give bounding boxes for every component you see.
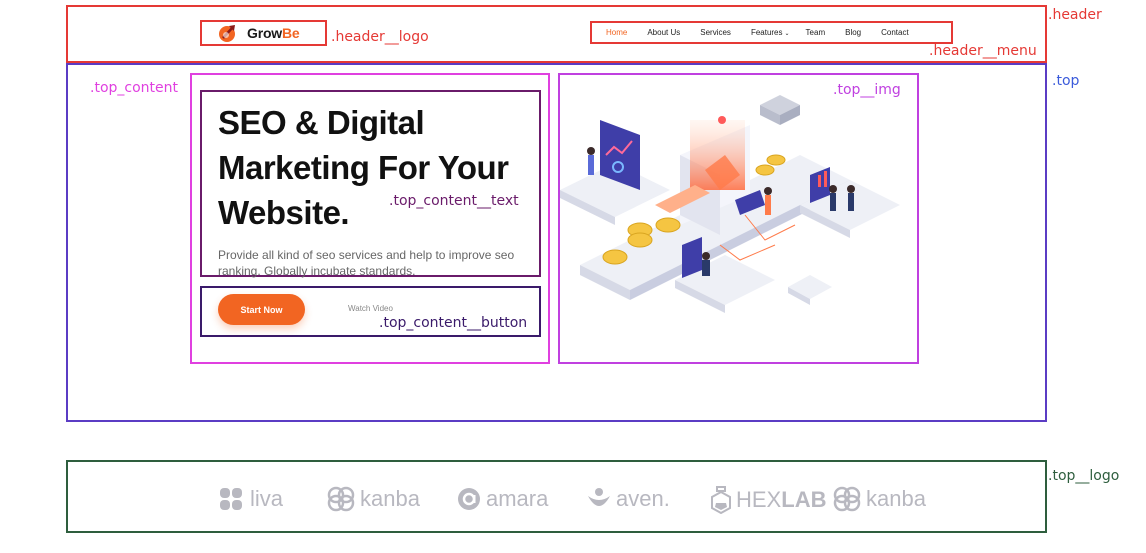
logo-wordmark: GrowBe (247, 25, 300, 41)
aven-leaf-icon (588, 488, 610, 506)
header-logo-annotation: .header__logo (331, 29, 429, 45)
header-logo[interactable]: GrowBe (200, 20, 327, 46)
nav-features-label: Features (750, 28, 783, 37)
top-logo-strip: liva kanba amara aven. HEXLAB kanba (66, 460, 1047, 533)
nav-features[interactable]: Features ⌄ (751, 28, 790, 37)
nav-about-us[interactable]: About Us (647, 28, 680, 37)
chevron-down-icon: ⌄ (784, 31, 790, 37)
brand-kanba-1[interactable]: kanba (326, 486, 420, 512)
hero-headline: SEO & Digital Marketing For Your Website… (218, 104, 509, 231)
top-content-text-annotation: .top_content__text (389, 193, 519, 209)
brand-hexlab-label: HEXLAB (736, 487, 827, 512)
liva-flower-icon (220, 488, 242, 510)
nav-team[interactable]: Team (806, 28, 826, 37)
brand-kanba-label-1: kanba (360, 486, 420, 511)
start-now-button[interactable]: Start Now (218, 294, 305, 325)
hexlab-flask-icon (711, 486, 731, 514)
seo-isometric-illustration (560, 95, 900, 313)
nav-home[interactable]: Home (606, 28, 627, 37)
brand-amara[interactable]: amara (456, 486, 548, 512)
top-logo-annotation: .top__logo (1048, 468, 1120, 484)
kanba-rings-icon (833, 486, 861, 512)
brand-aven[interactable]: aven. (586, 486, 670, 512)
top-content-annotation: .top_content (90, 80, 178, 96)
hero-description: Provide all kind of seo services and hel… (218, 248, 515, 278)
header-annotation: .header (1048, 7, 1102, 23)
nav-contact[interactable]: Contact (881, 28, 909, 37)
top-image (558, 73, 919, 364)
brand-hexlab[interactable]: HEXLAB (710, 486, 826, 514)
brand-liva[interactable]: liva (218, 486, 283, 512)
watch-video-link[interactable]: Watch Video (348, 304, 393, 313)
header-menu: Home About Us Services Features ⌄ Team Bl… (590, 21, 953, 44)
amara-circle-icon (458, 488, 480, 510)
brand-kanba-label-2: kanba (866, 486, 926, 511)
kanba-rings-icon (327, 486, 355, 512)
growbe-logo-icon (219, 25, 235, 42)
nav-services[interactable]: Services (700, 28, 731, 37)
top-content-text: SEO & Digital Marketing For Your Website… (200, 90, 541, 278)
nav-blog[interactable]: Blog (845, 28, 861, 37)
brand-kanba-2[interactable]: kanba (832, 486, 926, 512)
top-content-button-annotation: .top_content__button (379, 315, 528, 331)
top-img-annotation: .top__img (833, 82, 901, 98)
top-annotation: .top (1052, 73, 1080, 89)
brand-liva-label: liva (250, 486, 284, 511)
brand-aven-label: aven. (616, 486, 670, 511)
header-menu-annotation: .header__menu (929, 43, 1037, 59)
brand-amara-label: amara (486, 486, 549, 511)
